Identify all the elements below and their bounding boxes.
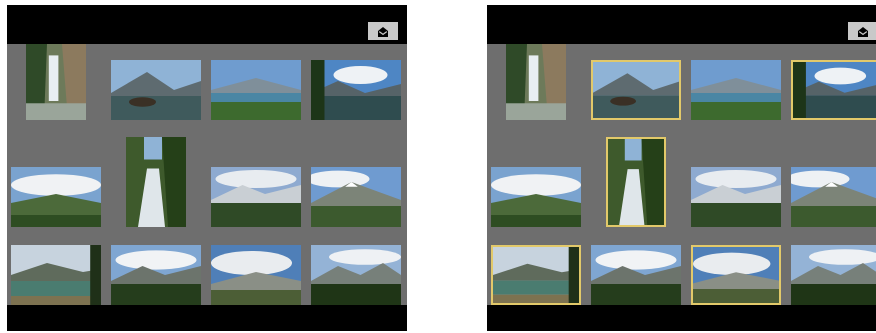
bottom-bar [487,305,876,331]
photo-image [693,247,779,303]
photo-image [211,167,301,227]
photo-thumbnail-peaks-evergreens[interactable] [791,245,876,305]
envelope-icon [858,27,868,37]
photo-thumbnail-lake-clouds[interactable] [791,60,876,120]
photo-image [211,60,301,120]
envelope-menu-button[interactable] [368,22,398,40]
photo-thumbnail-valley-clouds[interactable] [491,167,581,227]
photo-image [591,245,681,305]
photo-image [126,137,186,227]
photo-image [26,44,86,120]
photo-thumbnail-snow-ridge-forest[interactable] [211,167,301,227]
photo-image [311,245,401,305]
photo-thumbnail-lake-shore-cloudy[interactable] [11,245,101,305]
photo-thumbnail-waterfall-canyon[interactable] [26,44,86,120]
photo-image [791,245,876,305]
photo-image [691,60,781,120]
photo-image [793,62,876,118]
photo-thumbnail-waterfall-forest[interactable] [126,137,186,227]
photo-thumbnail-waterfall-forest[interactable] [606,137,666,227]
photo-grid-screen-unselected [7,5,407,331]
photo-image [791,167,876,227]
bottom-bar [7,305,407,331]
photo-image [311,167,401,227]
photo-image [593,62,679,118]
photo-image [506,44,566,120]
photo-grid-screen-selected [487,5,876,331]
photo-thumbnail-snow-ridge-forest[interactable] [691,167,781,227]
photo-image [608,139,664,225]
photo-image [211,245,301,305]
photo-thumbnail-glacier-valley[interactable] [691,245,781,305]
photo-thumbnail-snow-peak-valley[interactable] [791,167,876,227]
photo-thumbnail-lake-forest[interactable] [211,60,301,120]
photo-image [111,60,201,120]
photo-thumbnail-valley-clouds[interactable] [11,167,101,227]
photo-image [311,60,401,120]
photo-image [111,245,201,305]
photo-thumbnail-cloud-peaks-trees[interactable] [591,245,681,305]
photo-thumbnail-waterfall-canyon[interactable] [506,44,566,120]
photo-thumbnail-lake-forest[interactable] [691,60,781,120]
photo-image [491,167,581,227]
envelope-icon [378,27,388,37]
photo-thumbnail-peaks-evergreens[interactable] [311,245,401,305]
photo-thumbnail-snow-peak-valley[interactable] [311,167,401,227]
photo-image [11,167,101,227]
photo-image [493,247,579,303]
photo-thumbnail-cloud-peaks-trees[interactable] [111,245,201,305]
top-bar [487,5,876,44]
photo-thumbnail-lake-shore-cloudy[interactable] [491,245,581,305]
photo-image [11,245,101,305]
photo-thumbnail-lake-peak-rock[interactable] [111,60,201,120]
top-bar [7,5,407,44]
photo-thumbnail-lake-clouds[interactable] [311,60,401,120]
photo-thumbnail-glacier-valley[interactable] [211,245,301,305]
envelope-menu-button[interactable] [848,22,876,40]
photo-thumbnail-lake-peak-rock[interactable] [591,60,681,120]
photo-image [691,167,781,227]
